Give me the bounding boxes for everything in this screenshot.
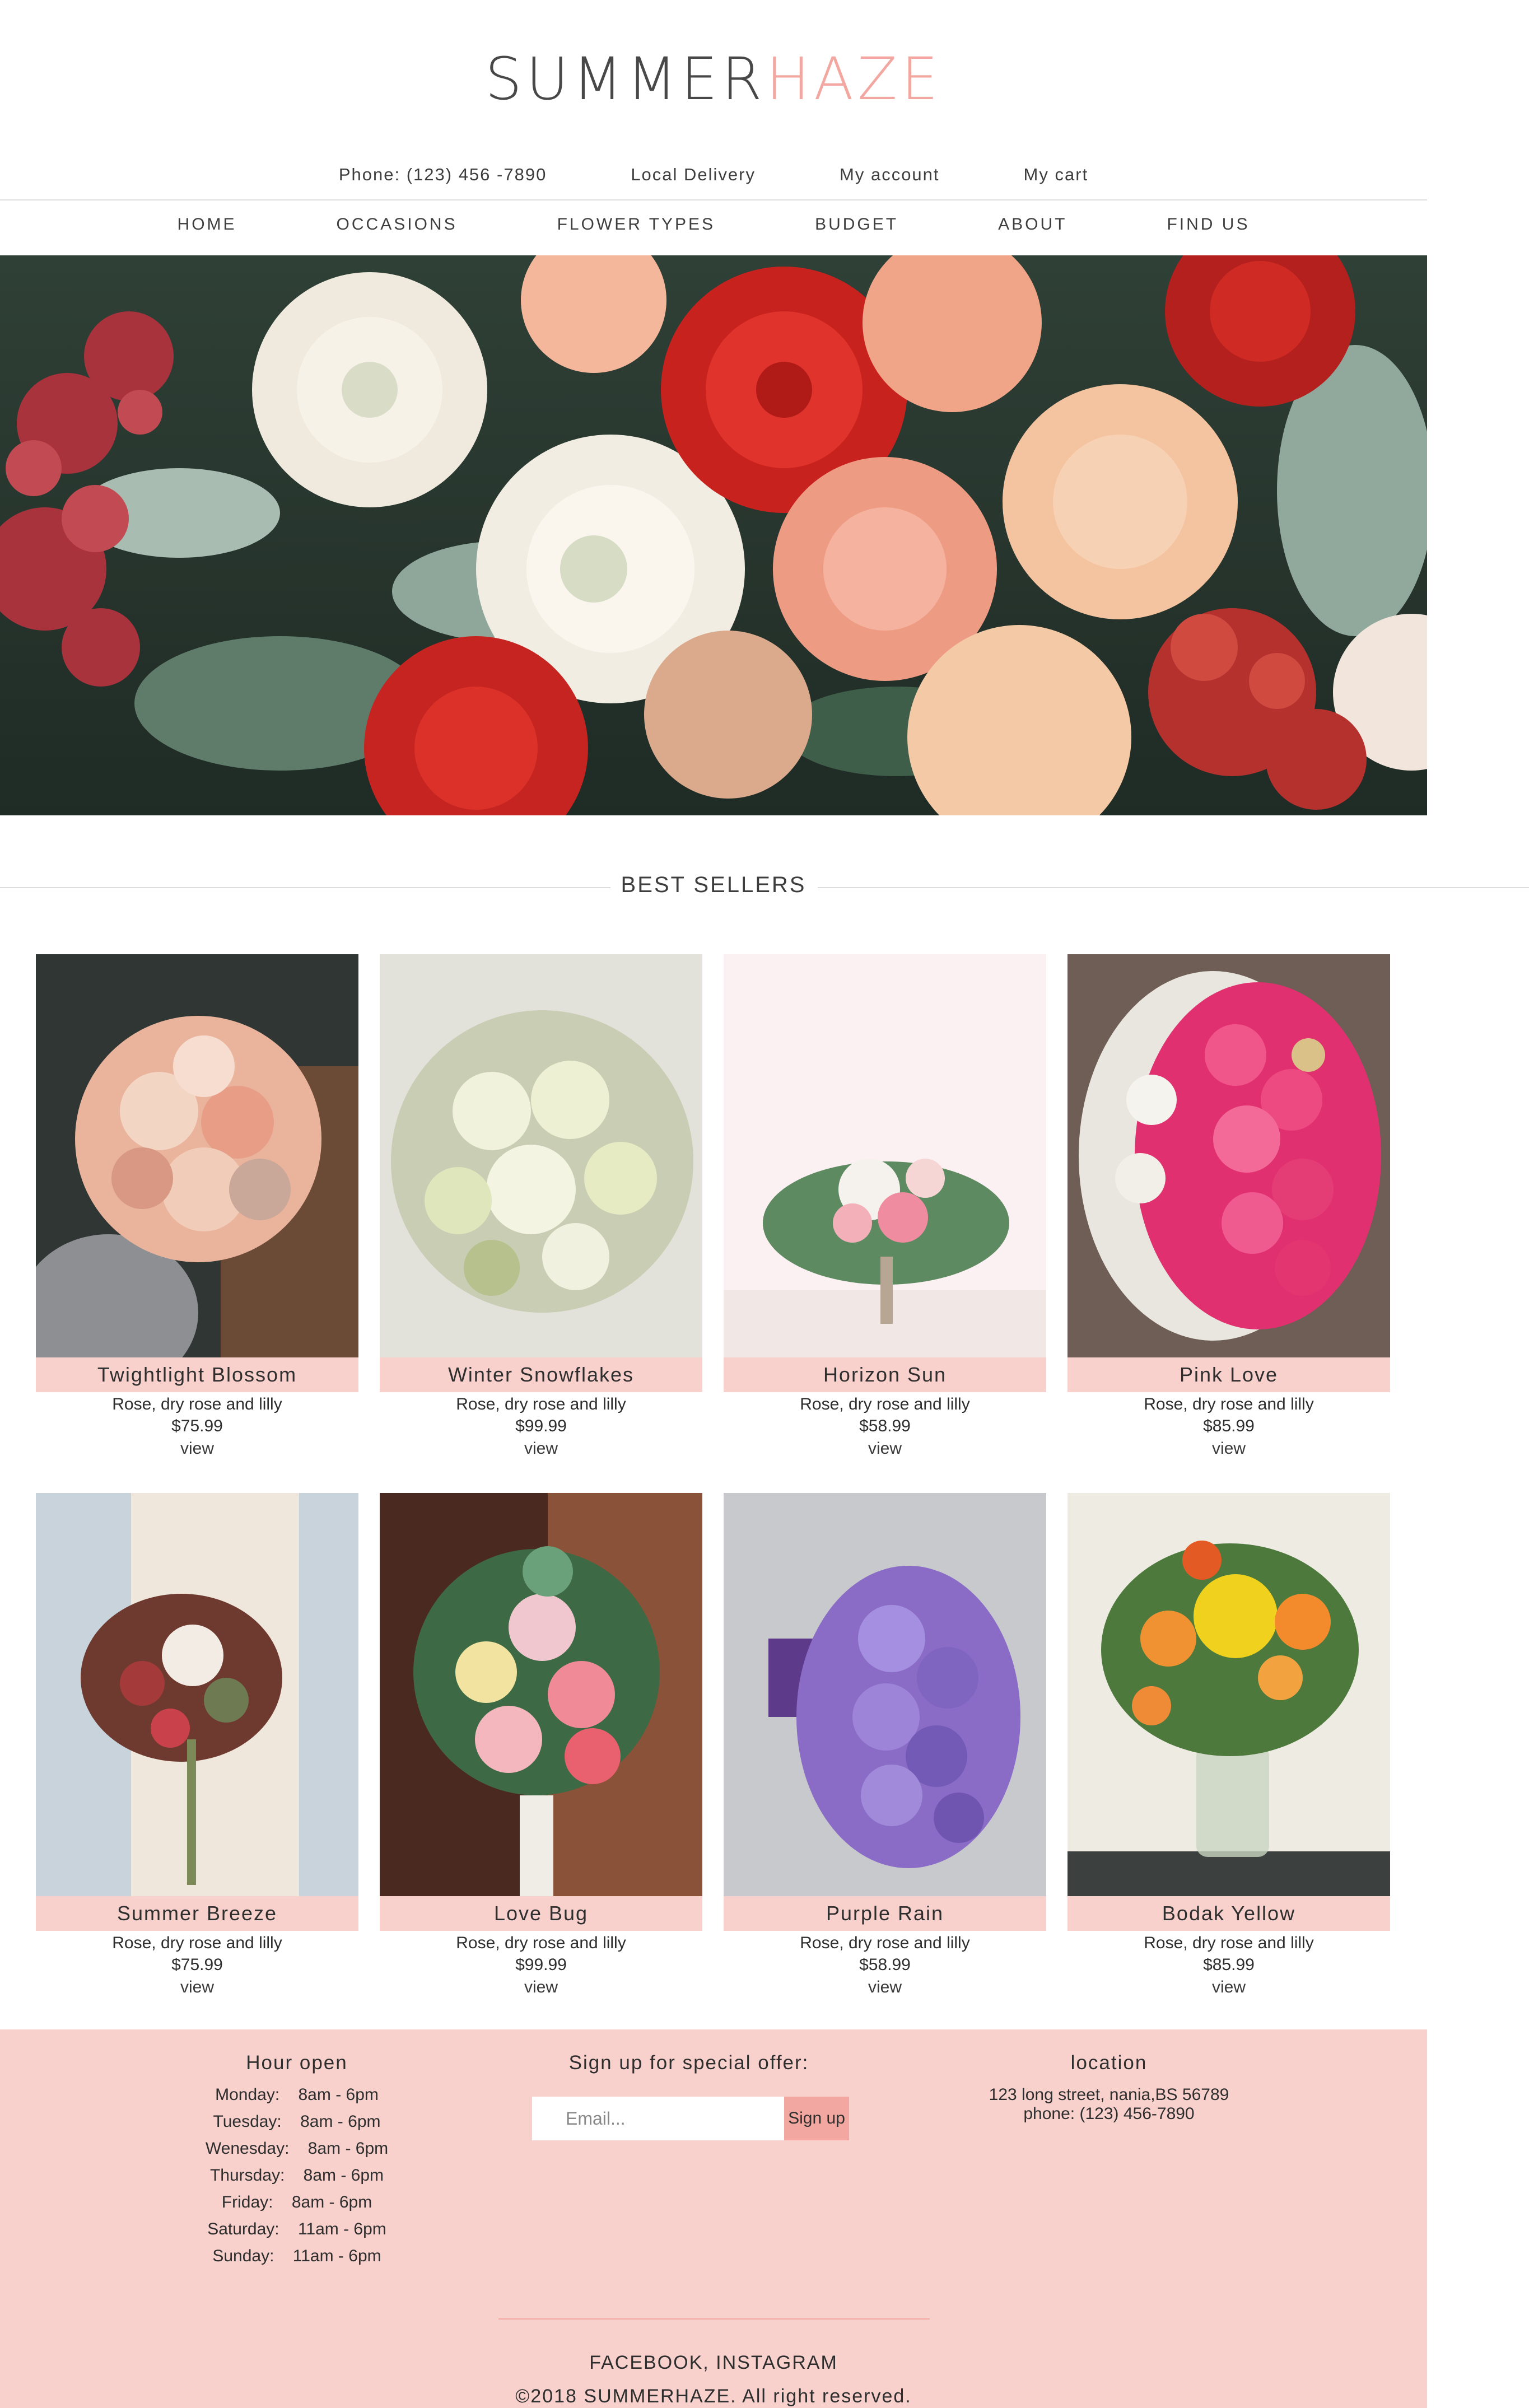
nav-budget[interactable]: BUDGET <box>815 215 898 234</box>
nav-flower-types[interactable]: FLOWER TYPES <box>557 215 716 234</box>
product-card[interactable]: Winter Snowflakes Rose, dry rose and lil… <box>380 954 702 1469</box>
product-name: Purple Rain <box>724 1896 1046 1931</box>
local-delivery-link[interactable]: Local Delivery <box>631 165 756 185</box>
social-links[interactable]: FACEBOOK, INSTAGRAM <box>0 2352 1427 2374</box>
product-photo <box>36 954 358 1357</box>
hours-row: Saturday: 11am - 6pm <box>207 2220 386 2238</box>
signup-button[interactable]: Sign up <box>784 2097 849 2140</box>
product-price: $99.99 <box>515 1956 567 1974</box>
hours-row: Sunday: 11am - 6pm <box>212 2247 381 2265</box>
product-photo <box>380 1493 702 1896</box>
product-view-link[interactable]: view <box>380 1978 702 1997</box>
hero-image <box>0 255 1427 815</box>
product-description: Rose, dry rose and lilly <box>112 1934 282 1952</box>
location-title: location <box>1070 2052 1148 2074</box>
product-price: $99.99 <box>515 1417 567 1435</box>
site-footer: Hour open Monday: 8am - 6pm Tuesday: 8am… <box>0 2029 1427 2408</box>
product-name: Love Bug <box>380 1896 702 1931</box>
copyright-text: ©2018 SUMMERHAZE. All right reserved. <box>515 2386 912 2407</box>
product-card[interactable]: Horizon Sun Rose, dry rose and lilly $58… <box>724 954 1046 1469</box>
email-input[interactable] <box>532 2097 784 2140</box>
product-name: Bodak Yellow <box>1067 1896 1390 1931</box>
product-view-link[interactable]: view <box>36 1978 358 1997</box>
product-view-link[interactable]: view <box>380 1439 702 1458</box>
product-view-link[interactable]: view <box>724 1978 1046 1997</box>
product-card[interactable]: Twightlight Blossom Rose, dry rose and l… <box>36 954 358 1469</box>
product-price: $75.99 <box>171 1956 223 1974</box>
product-view-link[interactable]: view <box>1067 1439 1390 1458</box>
product-view-link[interactable]: view <box>724 1439 1046 1458</box>
product-photo <box>724 954 1046 1357</box>
product-card[interactable]: Bodak Yellow Rose, dry rose and lilly $8… <box>1067 1493 1390 2008</box>
best-sellers-title: BEST SELLERS <box>621 872 807 897</box>
product-description: Rose, dry rose and lilly <box>456 1934 626 1952</box>
product-price: $85.99 <box>1203 1417 1255 1435</box>
logo-text-summer: SUMMER <box>485 45 766 113</box>
product-price: $58.99 <box>859 1417 911 1435</box>
phone-text: Phone: (123) 456 -7890 <box>338 165 547 184</box>
product-name: Twightlight Blossom <box>36 1357 358 1392</box>
hours-row: Wenesday: 8am - 6pm <box>205 2139 389 2158</box>
signup-title: Sign up for special offer: <box>568 2052 809 2074</box>
product-price: $58.99 <box>859 1956 911 1974</box>
main-nav: HOME OCCASIONS FLOWER TYPES BUDGET ABOUT… <box>0 215 1427 234</box>
product-description: Rose, dry rose and lilly <box>1144 1395 1314 1413</box>
product-card[interactable]: Purple Rain Rose, dry rose and lilly $58… <box>724 1493 1046 2008</box>
address-text: 123 long street, nania,BS 56789 <box>989 2085 1229 2104</box>
logo-text-haze: HAZE <box>766 45 942 113</box>
nav-find-us[interactable]: FIND US <box>1167 215 1250 234</box>
product-name: Winter Snowflakes <box>380 1357 702 1392</box>
location-details: 123 long street, nania,BS 56789 phone: (… <box>952 2085 1266 2124</box>
product-photo <box>1067 1493 1390 1896</box>
product-description: Rose, dry rose and lilly <box>456 1395 626 1413</box>
product-view-link[interactable]: view <box>36 1439 358 1458</box>
my-cart-link[interactable]: My cart <box>1024 165 1089 185</box>
product-card[interactable]: Love Bug Rose, dry rose and lilly $99.99… <box>380 1493 702 2008</box>
footer-phone-text: phone: (123) 456-7890 <box>1023 2104 1195 2123</box>
product-price: $75.99 <box>171 1417 223 1435</box>
hours-row: Friday: 8am - 6pm <box>221 2193 372 2211</box>
product-card[interactable]: Pink Love Rose, dry rose and lilly $85.9… <box>1067 954 1390 1469</box>
product-photo <box>36 1493 358 1896</box>
utility-bar: Phone: (123) 456 -7890 Local Delivery My… <box>0 165 1427 185</box>
opening-hours-list: Monday: 8am - 6pm Tuesday: 8am - 6pm Wen… <box>168 2085 426 2274</box>
product-photo <box>1067 954 1390 1357</box>
site-logo[interactable]: SUMMERHAZE <box>0 45 1427 113</box>
hours-row: Tuesday: 8am - 6pm <box>213 2112 381 2131</box>
nav-about[interactable]: ABOUT <box>998 215 1067 234</box>
hours-title: Hour open <box>246 2052 348 2074</box>
product-name: Pink Love <box>1067 1357 1390 1392</box>
header-divider <box>0 199 1427 200</box>
product-photo <box>380 954 702 1357</box>
product-description: Rose, dry rose and lilly <box>800 1395 970 1413</box>
nav-occasions[interactable]: OCCASIONS <box>337 215 458 234</box>
page: SUMMERHAZE Phone: (123) 456 -7890 Local … <box>0 0 1529 2408</box>
product-card[interactable]: Summer Breeze Rose, dry rose and lilly $… <box>36 1493 358 2008</box>
product-description: Rose, dry rose and lilly <box>1144 1934 1314 1952</box>
product-description: Rose, dry rose and lilly <box>112 1395 282 1413</box>
product-photo <box>724 1493 1046 1896</box>
product-name: Horizon Sun <box>724 1357 1046 1392</box>
hours-row: Monday: 8am - 6pm <box>215 2085 379 2104</box>
footer-divider <box>498 2318 930 2320</box>
product-view-link[interactable]: view <box>1067 1978 1390 1997</box>
hours-row: Thursday: 8am - 6pm <box>209 2166 384 2185</box>
product-price: $85.99 <box>1203 1956 1255 1974</box>
product-name: Summer Breeze <box>36 1896 358 1931</box>
my-account-link[interactable]: My account <box>840 165 940 185</box>
product-description: Rose, dry rose and lilly <box>800 1934 970 1952</box>
nav-home[interactable]: HOME <box>178 215 237 234</box>
